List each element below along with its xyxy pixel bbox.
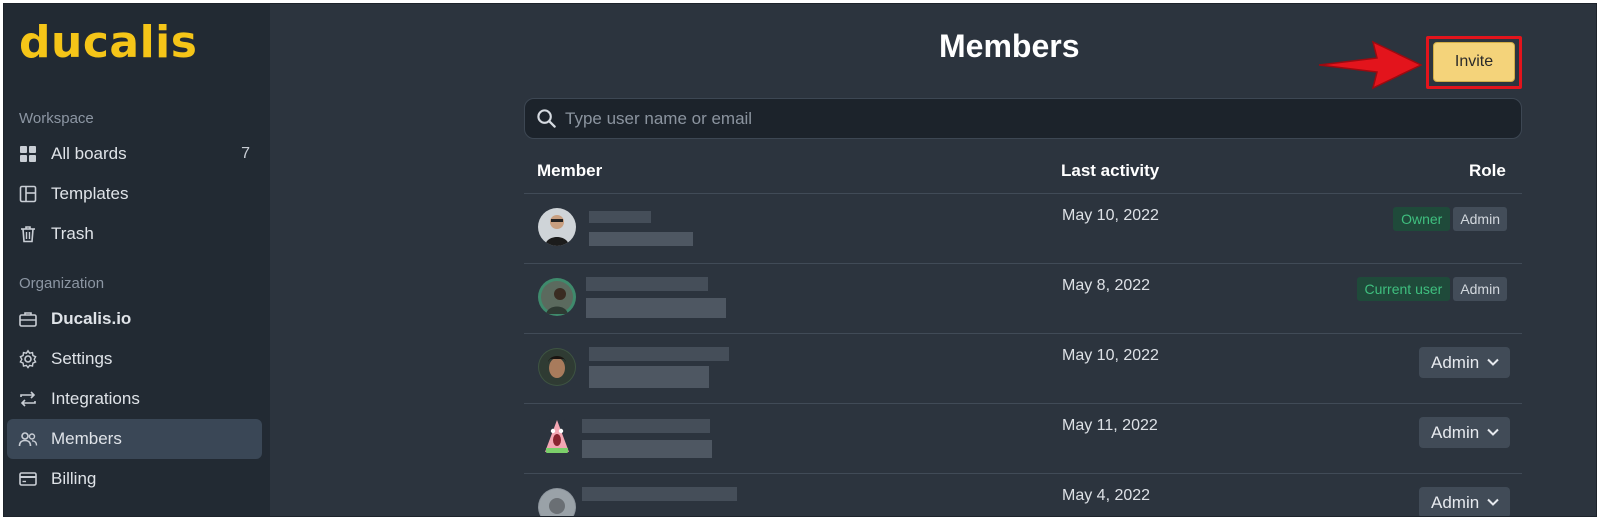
blurred-member-email xyxy=(582,440,712,458)
chevron-down-icon xyxy=(1487,498,1499,506)
sidebar-item-settings[interactable]: Settings xyxy=(7,339,262,379)
sidebar-item-members[interactable]: Members xyxy=(7,419,262,459)
role-dropdown-value: Admin xyxy=(1431,422,1480,442)
invite-button[interactable]: Invite xyxy=(1433,42,1515,82)
chevron-down-icon xyxy=(1487,428,1499,436)
gear-icon xyxy=(17,348,39,370)
table-row: May 4, 2022 Admin xyxy=(524,474,1522,516)
sidebar-item-label: Settings xyxy=(51,349,113,368)
sidebar-item-label: Templates xyxy=(51,184,129,203)
blurred-member-email xyxy=(589,366,709,388)
admin-badge: Admin xyxy=(1453,207,1507,231)
blurred-member-email xyxy=(589,232,693,246)
sidebar-item-label: All boards xyxy=(51,144,127,163)
sidebar-item-label: Ducalis.io xyxy=(51,309,132,328)
role-dropdown-value: Admin xyxy=(1431,492,1480,512)
blurred-member-email xyxy=(586,298,726,318)
sidebar-item-label: Billing xyxy=(51,469,97,488)
sidebar-item-integrations[interactable]: Integrations xyxy=(7,379,262,419)
avatar xyxy=(538,348,576,386)
blurred-member-name xyxy=(586,277,708,291)
sidebar-item-label: Integrations xyxy=(51,389,140,408)
table-row: May 11, 2022 Admin xyxy=(524,404,1522,474)
workspace-section-label: Workspace xyxy=(19,110,94,127)
avatar xyxy=(538,208,576,246)
last-activity-date: May 8, 2022 xyxy=(1062,277,1151,294)
last-activity-date: May 10, 2022 xyxy=(1062,207,1159,224)
sidebar-item-ducalis-io[interactable]: Ducalis.io xyxy=(7,299,262,339)
sidebar-item-label: Members xyxy=(51,429,122,448)
users-icon xyxy=(17,428,39,450)
role-tags: Owner Admin xyxy=(1393,207,1507,231)
blurred-member-name xyxy=(589,211,651,223)
last-activity-date: May 11, 2022 xyxy=(1062,417,1158,434)
search-bar[interactable] xyxy=(524,98,1522,139)
last-activity-date: May 10, 2022 xyxy=(1062,347,1159,364)
briefcase-icon xyxy=(17,308,39,330)
role-tags: Current user Admin xyxy=(1356,277,1507,301)
sidebar-item-label: Trash xyxy=(51,224,94,243)
avatar xyxy=(538,488,576,516)
sidebar-item-templates[interactable]: Templates xyxy=(7,174,262,214)
chevron-down-icon xyxy=(1487,358,1499,366)
role-dropdown[interactable]: Admin xyxy=(1419,487,1510,516)
admin-badge: Admin xyxy=(1453,277,1507,301)
avatar xyxy=(538,278,576,316)
annotation-arrow-icon xyxy=(1318,40,1423,90)
sidebar: ducalis Workspace All boards 7 Templates… xyxy=(4,4,270,516)
column-header-last-activity: Last activity xyxy=(1061,161,1160,180)
sidebar-item-all-boards[interactable]: All boards 7 xyxy=(7,134,262,174)
blurred-member-name xyxy=(582,487,737,501)
table-row: May 8, 2022 Current user Admin xyxy=(524,264,1522,334)
role-dropdown-value: Admin xyxy=(1431,352,1480,372)
credit-card-icon xyxy=(17,468,39,490)
avatar xyxy=(538,418,576,456)
template-icon xyxy=(17,183,39,205)
owner-badge: Owner xyxy=(1393,207,1451,231)
search-input[interactable] xyxy=(565,108,1465,129)
app-logo[interactable]: ducalis xyxy=(19,18,197,68)
page-title: Members xyxy=(939,28,1080,64)
current-user-badge: Current user xyxy=(1356,277,1451,301)
sidebar-item-trash[interactable]: Trash xyxy=(7,214,262,254)
search-icon xyxy=(535,108,557,130)
last-activity-date: May 4, 2022 xyxy=(1062,487,1151,504)
trash-icon xyxy=(17,223,39,245)
column-header-role: Role xyxy=(1469,161,1506,180)
blurred-member-name xyxy=(582,419,710,433)
blurred-member-name xyxy=(589,347,729,361)
app-window: ducalis Workspace All boards 7 Templates… xyxy=(3,3,1597,517)
boards-count: 7 xyxy=(241,145,250,162)
organization-section-label: Organization xyxy=(19,275,105,292)
column-header-member: Member xyxy=(537,161,603,180)
table-row: May 10, 2022 Owner Admin xyxy=(524,194,1522,264)
role-dropdown[interactable]: Admin xyxy=(1419,347,1510,378)
table-row: May 10, 2022 Admin xyxy=(524,334,1522,404)
grid-icon xyxy=(17,143,39,165)
sync-icon xyxy=(17,388,39,410)
sidebar-item-billing[interactable]: Billing xyxy=(7,459,262,499)
role-dropdown[interactable]: Admin xyxy=(1419,417,1510,448)
